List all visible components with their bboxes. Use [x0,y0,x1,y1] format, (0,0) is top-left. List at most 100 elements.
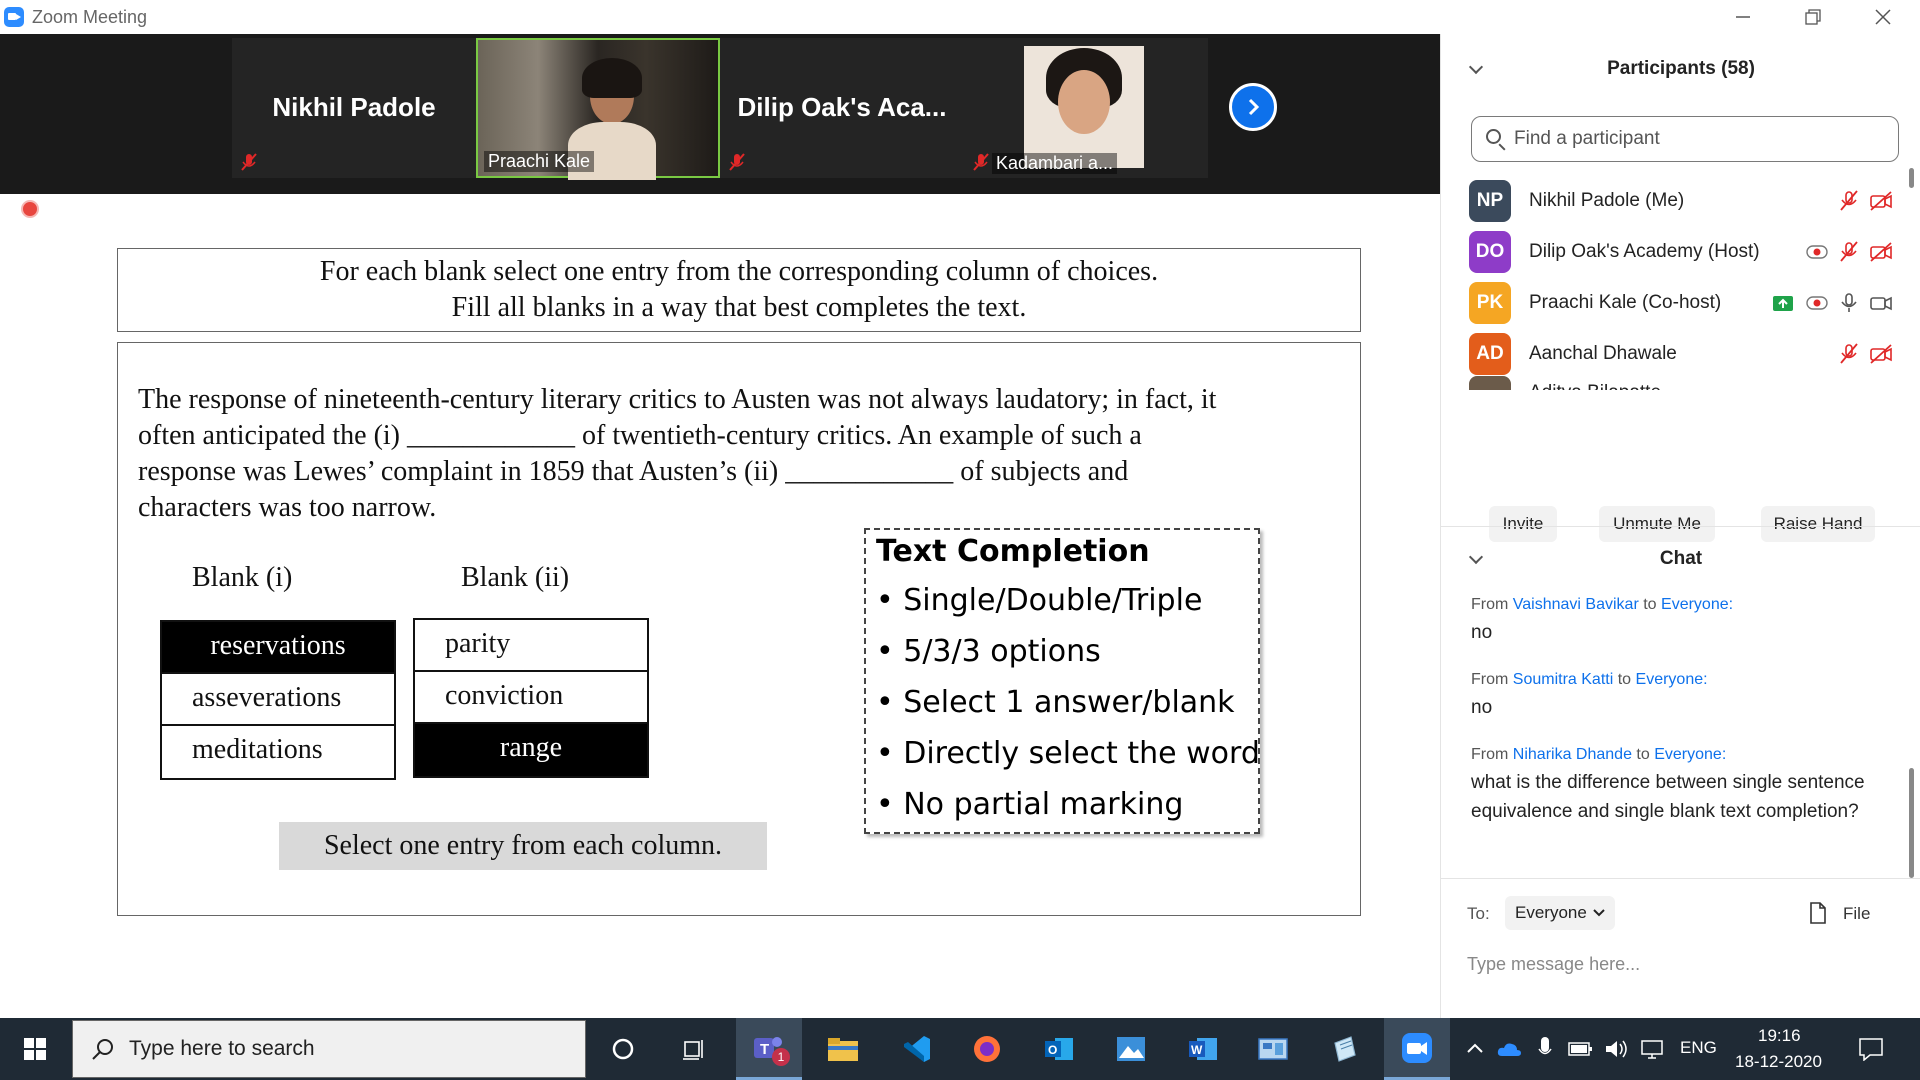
muted-mic-icon[interactable] [1837,343,1861,365]
chat-header: Chat [1659,548,1703,569]
avatar: PK [1469,282,1511,324]
taskbar-search[interactable]: Type here to search [72,1020,586,1078]
select-hint: Select one entry from each column. [279,822,767,870]
chat-sender[interactable]: Soumitra Katti [1513,671,1613,688]
participants-scrollbar[interactable] [1909,168,1914,188]
chevron-right-icon [1248,98,1260,116]
recipient-dropdown[interactable]: Everyone [1505,896,1615,930]
chat-message: From Soumitra Katti to Everyone: no [1471,671,1891,722]
instruction-line: For each blank select one entry from the… [319,256,1159,287]
blank-ii-choices: parity conviction range [413,618,649,778]
file-button[interactable]: File [1843,904,1870,924]
chat-sender-line: From Niharika Dhande to Everyone: [1471,746,1727,763]
video-off-icon[interactable] [1869,190,1893,212]
muted-mic-icon [729,153,745,171]
chat-text: no [1471,697,1493,718]
video-off-icon[interactable] [1869,343,1893,365]
choice-reservations[interactable]: reservations [162,622,394,674]
tc-item: • No partial marking [876,787,1184,822]
start-button[interactable] [0,1018,70,1080]
tile-name: Praachi Kale [484,151,595,172]
participant-name: Aditya Bilapatte [1529,382,1661,390]
teams-app[interactable]: T 1 [736,1018,802,1080]
video-tile-nikhil[interactable]: Nikhil Padole [232,38,476,178]
network-icon[interactable] [1640,1038,1666,1060]
clock-date[interactable]: 18-12-2020 [1735,1052,1822,1072]
question-passage: The response of nineteenth-century liter… [138,382,1318,526]
minimize-icon [1736,16,1750,18]
choice-parity[interactable]: parity [415,620,647,672]
chat-recipient[interactable]: Everyone: [1661,596,1733,613]
video-off-icon[interactable] [1869,241,1893,263]
video-icon[interactable] [1869,292,1893,314]
participant-name: Aanchal Dhawale [1529,343,1677,364]
video-tile-praachi[interactable]: Praachi Kale [476,38,720,180]
task-view-button[interactable] [662,1018,728,1080]
choice-asseverations[interactable]: asseverations [162,674,394,726]
taskbar-search-placeholder: Type here to search [129,1037,315,1060]
avatar: DO [1469,231,1511,273]
vscode-app[interactable] [884,1018,950,1080]
next-page-button[interactable] [1229,83,1277,131]
folder-icon [828,1038,858,1061]
firefox-app[interactable] [954,1018,1020,1080]
recording-icon [1806,296,1828,310]
chat-text: what is the difference between single se… [1471,772,1865,822]
unmute-me-button[interactable]: Unmute Me [1599,506,1715,542]
tc-item: • Single/Double/Triple [876,583,1203,618]
volume-icon[interactable] [1604,1038,1628,1060]
language-indicator[interactable]: ENG [1680,1038,1717,1058]
text-completion-notes: Text Completion • Single/Double/Triple •… [864,528,1260,834]
chat-recipient[interactable]: Everyone: [1636,671,1708,688]
participant-row[interactable]: PK Praachi Kale (Co-host) [1469,274,1893,332]
file-icon[interactable] [1809,902,1827,924]
choice-meditations[interactable]: meditations [162,726,394,778]
cortana-icon [612,1038,634,1060]
photos-app[interactable] [1098,1018,1164,1080]
svg-text:O: O [1048,1043,1057,1057]
notepad-app[interactable] [1312,1018,1378,1080]
cortana-button[interactable] [590,1018,656,1080]
chat-sender[interactable]: Vaishnavi Bavikar [1513,596,1639,613]
mic-icon[interactable] [1837,292,1861,314]
zoom-app[interactable] [1384,1018,1450,1080]
participant-row[interactable]: DO Dilip Oak's Academy (Host) [1469,223,1893,281]
participant-row[interactable]: NP Nikhil Padole (Me) [1469,172,1893,230]
onedrive-icon[interactable] [1496,1040,1522,1058]
tc-item: • Select 1 answer/blank [876,685,1235,720]
muted-mic-icon[interactable] [1837,241,1861,263]
chat-recipient[interactable]: Everyone: [1654,746,1726,763]
muted-mic-icon[interactable] [1837,190,1861,212]
close-icon [1875,9,1891,25]
muted-mic-icon [973,153,989,171]
video-tile-kadambari[interactable]: Kadambari a... [964,38,1208,178]
chat-message: From Vaishnavi Bavikar to Everyone: no [1471,596,1891,647]
control-panel-app[interactable] [1240,1018,1306,1080]
choice-range[interactable]: range [415,724,647,776]
invite-button[interactable]: Invite [1489,506,1557,542]
find-participant-input[interactable]: Find a participant [1471,116,1899,162]
chat-sender[interactable]: Niharika Dhande [1513,746,1632,763]
task-view-icon [683,1040,703,1060]
file-explorer-app[interactable] [810,1018,876,1080]
microphone-icon[interactable] [1538,1036,1552,1062]
raise-hand-button[interactable]: Raise Hand [1761,506,1875,542]
close-button[interactable] [1848,0,1918,34]
participant-row[interactable]: AD Aanchal Dhawale [1469,325,1893,383]
participant-name: Praachi Kale (Co-host) [1529,292,1722,313]
minimize-button[interactable] [1708,0,1778,34]
video-tile-dilip[interactable]: Dilip Oak's Aca... [720,38,964,178]
participant-row[interactable]: Aditya Bilapatte [1469,376,1893,390]
notifications-icon[interactable] [1858,1037,1884,1061]
photos-icon [1117,1037,1145,1061]
clock-time[interactable]: 19:16 [1758,1026,1801,1046]
chat-message-input[interactable]: Type message here... [1467,946,1897,982]
chat-scrollbar[interactable] [1909,768,1914,878]
outlook-app[interactable]: O [1026,1018,1092,1080]
word-app[interactable]: W [1170,1018,1236,1080]
chevron-up-icon[interactable] [1466,1042,1484,1054]
battery-icon[interactable] [1568,1041,1594,1057]
choice-conviction[interactable]: conviction [415,672,647,724]
recipient-value: Everyone [1515,903,1587,922]
restore-button[interactable] [1778,0,1848,34]
